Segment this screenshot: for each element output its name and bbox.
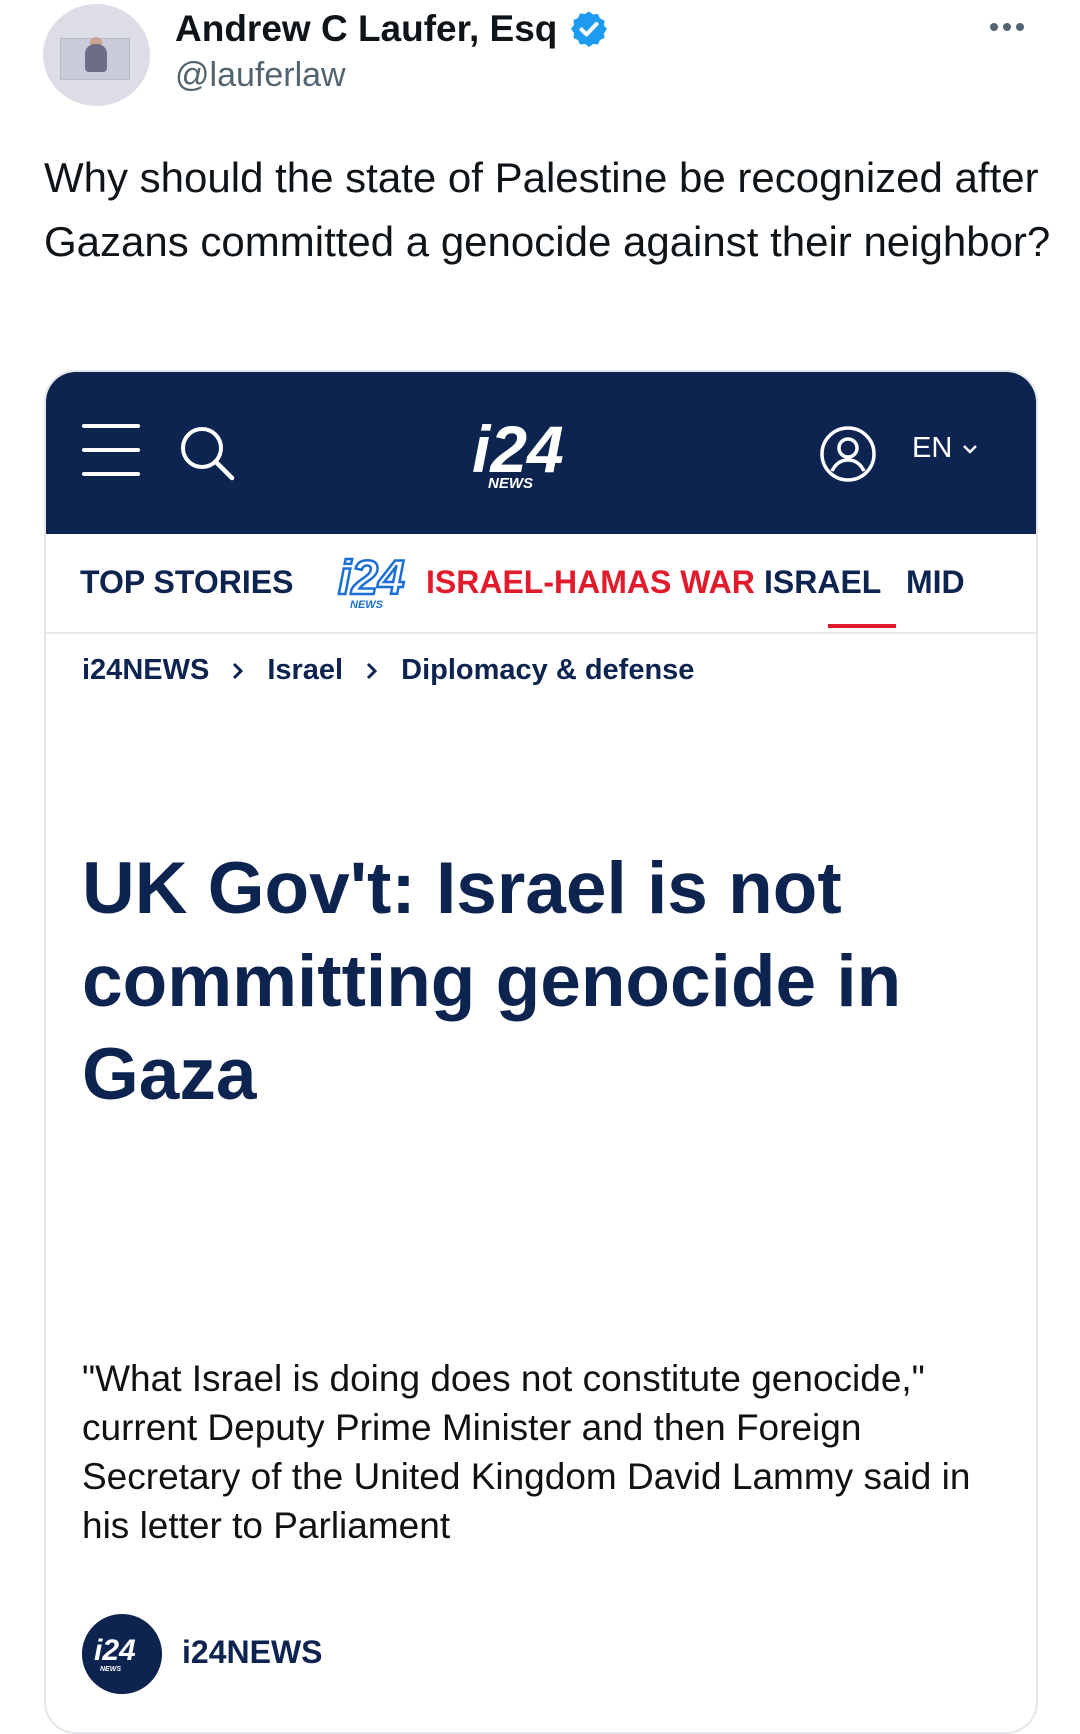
breadcrumb-item-israel[interactable]: Israel	[267, 654, 343, 687]
i24-small-logo-icon[interactable]: i24 NEWS	[334, 548, 430, 612]
svg-text:NEWS: NEWS	[488, 475, 533, 492]
chevron-right-icon	[367, 662, 378, 679]
article-lede: "What Israel is doing does not constitut…	[82, 1358, 971, 1546]
author-name[interactable]: Andrew C Laufer, Esq	[175, 8, 557, 50]
tweet-text: Why should the state of Palestine be rec…	[44, 154, 1051, 265]
avatar-body	[85, 44, 107, 72]
i24-logo-icon[interactable]: i24 NEWS	[466, 408, 596, 496]
chevron-right-icon	[233, 662, 244, 679]
nav-item-top-stories[interactable]: TOP STORIES	[80, 564, 293, 601]
author-row: Andrew C Laufer, Esq	[175, 4, 609, 54]
svg-text:i24: i24	[338, 552, 405, 605]
nav-item-middle-east[interactable]: MID	[906, 564, 965, 601]
source-logo-icon: i24 NEWS	[82, 1614, 162, 1694]
nav-item-israel-hamas-war[interactable]: ISRAEL-HAMAS WAR	[426, 564, 755, 601]
site-header: i24 NEWS EN	[46, 372, 1036, 534]
language-selector[interactable]: EN	[912, 432, 978, 465]
more-options-icon[interactable]	[990, 12, 1030, 42]
active-tab-indicator	[828, 624, 896, 628]
breadcrumb-item-home[interactable]: i24NEWS	[82, 654, 209, 687]
svg-text:NEWS: NEWS	[100, 1666, 121, 1673]
source-name[interactable]: i24NEWS	[182, 1634, 322, 1671]
author-handle[interactable]: @lauferlaw	[175, 56, 346, 95]
verified-badge-icon[interactable]	[569, 9, 609, 49]
article-headline: UK Gov't: Israel is not committing genoc…	[82, 848, 902, 1115]
breadcrumb: i24NEWS Israel Diplomacy & defense	[82, 654, 694, 687]
chevron-down-icon	[963, 444, 978, 454]
article-screenshot-card[interactable]: i24 NEWS EN TOP STORIES i24 NEWS ISRAEL-…	[44, 370, 1038, 1734]
breadcrumb-item-diplomacy[interactable]: Diplomacy & defense	[401, 654, 694, 687]
language-label: EN	[912, 432, 953, 464]
nav-item-israel[interactable]: ISRAEL	[764, 564, 881, 601]
hamburger-menu-icon[interactable]	[82, 424, 140, 484]
user-account-icon[interactable]	[818, 424, 878, 484]
author-avatar[interactable]	[43, 4, 150, 106]
svg-text:i24: i24	[94, 1634, 136, 1667]
search-icon[interactable]	[176, 422, 238, 484]
svg-text:NEWS: NEWS	[350, 599, 384, 611]
category-nav: TOP STORIES i24 NEWS ISRAEL-HAMAS WAR IS…	[46, 534, 1036, 634]
